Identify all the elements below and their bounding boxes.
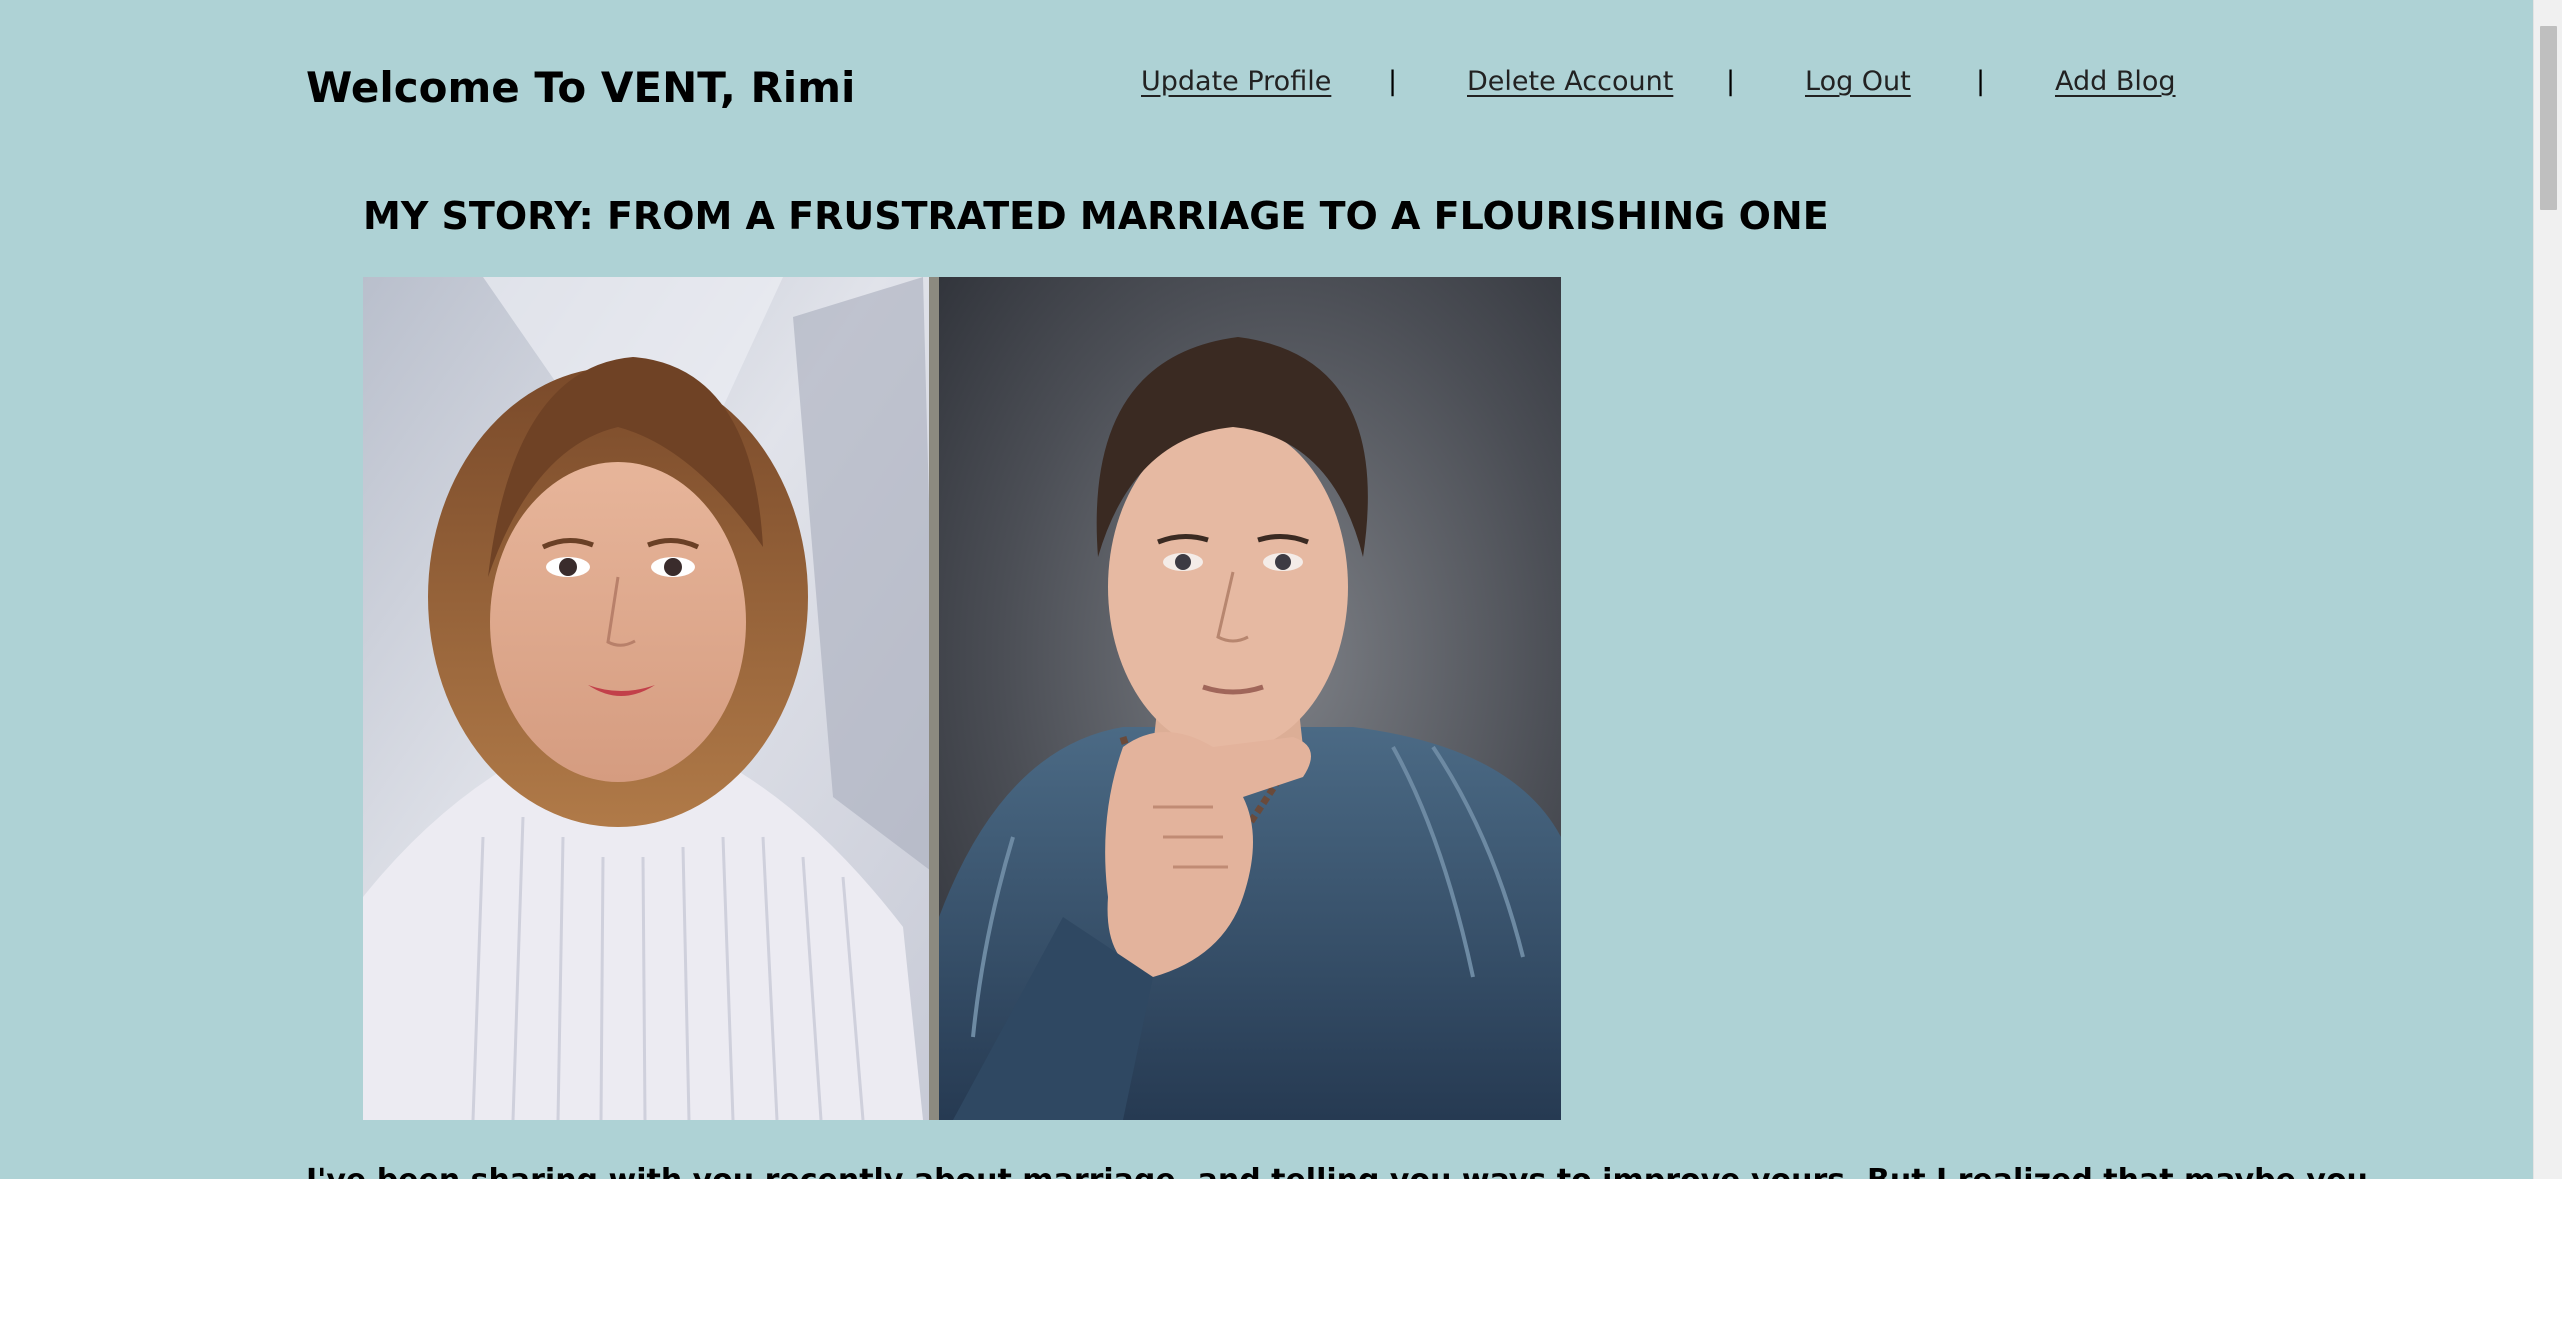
nav-add-blog-wrap: Add Blog	[2055, 62, 2176, 102]
bottom-blank-area	[0, 1179, 2562, 1326]
nav-separator: |	[1726, 66, 1736, 97]
nav-delete-account-wrap: Delete Account	[1467, 62, 1673, 102]
blog-excerpt: I've been sharing with you recently abou…	[306, 1160, 2368, 1179]
blog-title: MY STORY: FROM A FRUSTRATED MARRIAGE TO …	[363, 194, 1829, 238]
nav-separator: |	[1388, 66, 1398, 97]
add-blog-link[interactable]: Add Blog	[2055, 66, 2176, 97]
nav-log-out-wrap: Log Out	[1805, 62, 1911, 102]
vertical-scrollbar[interactable]	[2533, 0, 2562, 1179]
blog-image	[363, 277, 1561, 1120]
log-out-link[interactable]: Log Out	[1805, 66, 1911, 97]
page-viewport: Welcome To VENT, Rimi Update Profile | D…	[0, 0, 2533, 1179]
site-title: Welcome To VENT, Rimi	[306, 63, 856, 112]
update-profile-link[interactable]: Update Profile	[1141, 66, 1331, 97]
nav-update-profile-wrap: Update Profile	[1141, 62, 1331, 102]
nav-separator: |	[1976, 66, 1986, 97]
delete-account-link[interactable]: Delete Account	[1467, 66, 1673, 97]
scrollbar-thumb[interactable]	[2540, 26, 2557, 210]
